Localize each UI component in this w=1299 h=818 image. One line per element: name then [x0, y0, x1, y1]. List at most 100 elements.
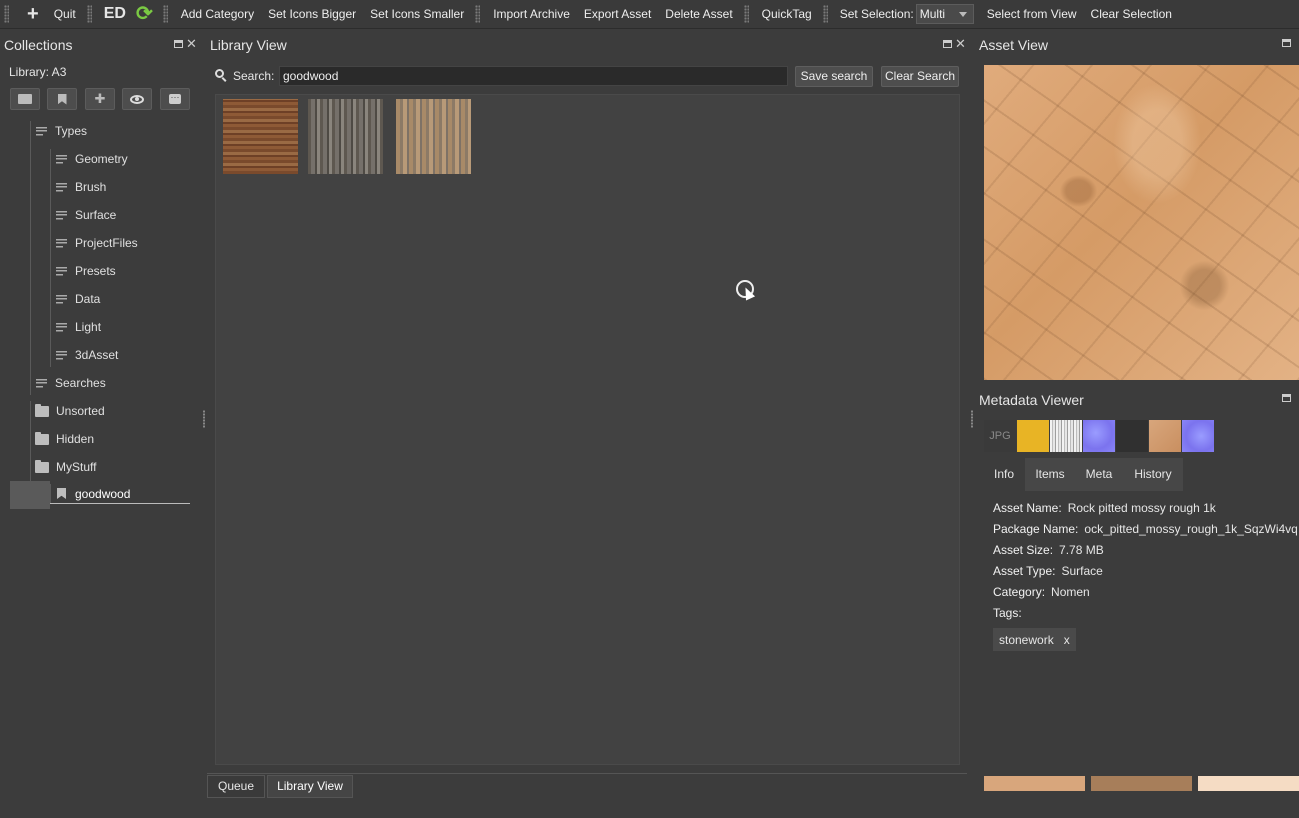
tree-item-label: Brush: [75, 180, 107, 194]
collections-panel-controls: ✕: [174, 37, 197, 50]
tree-item-types[interactable]: Types: [36, 121, 87, 141]
splitter-handle[interactable]: [203, 410, 205, 428]
tree-item-label: Types: [55, 124, 88, 138]
metadata-panel-controls: [1282, 394, 1291, 402]
tag-label: stonework: [999, 632, 1054, 647]
color-swatch[interactable]: [1091, 776, 1192, 791]
selection-mode-select[interactable]: Multi: [915, 4, 974, 24]
folder-icon: [35, 459, 49, 473]
asset-thumbnail-wood-2[interactable]: [308, 99, 383, 174]
tree-item-geometry[interactable]: Geometry: [56, 149, 128, 169]
asset-size-value: 7.78 MB: [1059, 543, 1104, 557]
toolbar-grip[interactable]: [162, 5, 168, 23]
add-folder-button[interactable]: [10, 88, 40, 110]
delete-asset-button[interactable]: Delete Asset: [658, 3, 739, 25]
more-icon: ···: [169, 92, 181, 104]
visibility-button[interactable]: [122, 88, 152, 110]
color-swatch[interactable]: [984, 776, 1085, 791]
tree-item-surface[interactable]: Surface: [56, 205, 116, 225]
tab-library-view[interactable]: Library View: [267, 775, 353, 798]
folder-icon: [35, 403, 49, 417]
tree-item-goodwood[interactable]: goodwood: [50, 484, 190, 504]
asset-type-row: Asset Type: Surface: [993, 564, 1103, 578]
jpg-thumbnail[interactable]: JPG: [984, 420, 1016, 452]
quicktag-button[interactable]: QuickTag: [755, 3, 819, 25]
ed-button[interactable]: ED: [98, 5, 130, 23]
add-button[interactable]: +: [15, 3, 47, 25]
tree-item-3dasset[interactable]: 3dAsset: [56, 345, 118, 365]
map-thumbnail-albedo[interactable]: [1149, 420, 1181, 452]
import-archive-button[interactable]: Import Archive: [486, 3, 577, 25]
close-icon[interactable]: ✕: [955, 37, 966, 50]
splitter-handle[interactable]: [971, 410, 973, 428]
export-asset-button[interactable]: Export Asset: [577, 3, 658, 25]
toolbar-grip[interactable]: [822, 5, 828, 23]
map-thumbnail-normal[interactable]: [1083, 420, 1115, 452]
clear-selection-button[interactable]: Clear Selection: [1084, 3, 1179, 25]
asset-thumbnail-wood-1[interactable]: [223, 99, 298, 174]
library-label: Library: A3: [9, 65, 67, 79]
tree-item-unsorted[interactable]: Unsorted: [35, 401, 105, 421]
list-icon: [56, 238, 67, 248]
asset-type-value: Surface: [1061, 564, 1103, 578]
asset-preview-image: [984, 65, 1299, 380]
tree-item-label: Geometry: [75, 152, 128, 166]
more-button[interactable]: ···: [160, 88, 190, 110]
refresh-icon[interactable]: ⟳: [130, 3, 159, 25]
tab-queue[interactable]: Queue: [207, 775, 265, 798]
category-row: Category: Nomen: [993, 585, 1090, 599]
package-name-value: ock_pitted_mossy_rough_1k_SqzWi4vq: [1084, 522, 1298, 536]
set-icons-smaller-button[interactable]: Set Icons Smaller: [363, 3, 471, 25]
tag-remove-button[interactable]: x: [1064, 633, 1070, 647]
tab-history[interactable]: History: [1123, 458, 1183, 491]
toolbar-grip[interactable]: [86, 5, 92, 23]
save-search-button[interactable]: Save search: [795, 66, 873, 87]
tree-item-presets[interactable]: Presets: [56, 261, 116, 281]
set-selection-label: Set Selection:: [839, 7, 914, 21]
tab-items[interactable]: Items: [1025, 458, 1075, 491]
select-from-view-button[interactable]: Select from View: [980, 3, 1084, 25]
map-thumbnail-normal-2[interactable]: [1182, 420, 1214, 452]
tree-item-mystuff[interactable]: MyStuff: [35, 457, 96, 477]
tab-info[interactable]: Info: [984, 458, 1024, 491]
close-icon[interactable]: ✕: [186, 37, 197, 50]
map-thumbnail-roughness[interactable]: [1050, 420, 1082, 452]
tree-item-light[interactable]: Light: [56, 317, 101, 337]
library-view-panel-controls: ✕: [943, 37, 966, 50]
tree-item-projectfiles[interactable]: ProjectFiles: [56, 233, 138, 253]
map-thumbnail-yellow[interactable]: [1017, 420, 1049, 452]
tree-item-hidden[interactable]: Hidden: [35, 429, 94, 449]
clear-search-button[interactable]: Clear Search: [881, 66, 959, 87]
tree-guide: [30, 401, 31, 481]
toolbar-grip[interactable]: [4, 5, 9, 23]
float-icon[interactable]: [174, 40, 183, 48]
asset-thumbnail-wood-3[interactable]: [396, 99, 471, 174]
add-bookmark-button[interactable]: [47, 88, 77, 110]
list-icon: [56, 322, 67, 332]
puzzle-icon: ✚: [94, 91, 106, 106]
set-icons-bigger-button[interactable]: Set Icons Bigger: [261, 3, 363, 25]
toolbar-grip[interactable]: [743, 5, 749, 23]
tree-item-label: Unsorted: [56, 404, 105, 418]
tree-item-brush[interactable]: Brush: [56, 177, 106, 197]
main-toolbar: + Quit ED ⟳ Add Category Set Icons Bigge…: [0, 0, 1299, 29]
float-icon[interactable]: [1282, 39, 1291, 47]
category-value: Nomen: [1051, 585, 1090, 599]
asset-grid[interactable]: [215, 94, 960, 765]
toolbar-grip[interactable]: [475, 5, 481, 23]
plugin-button[interactable]: ✚: [85, 88, 115, 110]
float-icon[interactable]: [943, 40, 952, 48]
tree-item-label: Data: [75, 292, 101, 306]
add-category-button[interactable]: Add Category: [174, 3, 261, 25]
tree-item-searches[interactable]: Searches: [36, 373, 106, 393]
search-input[interactable]: [279, 66, 788, 86]
list-icon: [56, 350, 67, 360]
color-swatch[interactable]: [1198, 776, 1299, 791]
tree-item-label: Light: [75, 320, 102, 334]
map-thumbnail-dark[interactable]: [1116, 420, 1148, 452]
tree-item-data[interactable]: Data: [56, 289, 100, 309]
quit-button[interactable]: Quit: [47, 3, 83, 25]
float-icon[interactable]: [1282, 394, 1291, 402]
tab-meta[interactable]: Meta: [1075, 458, 1123, 491]
tag-chip[interactable]: stonework x: [993, 628, 1076, 651]
